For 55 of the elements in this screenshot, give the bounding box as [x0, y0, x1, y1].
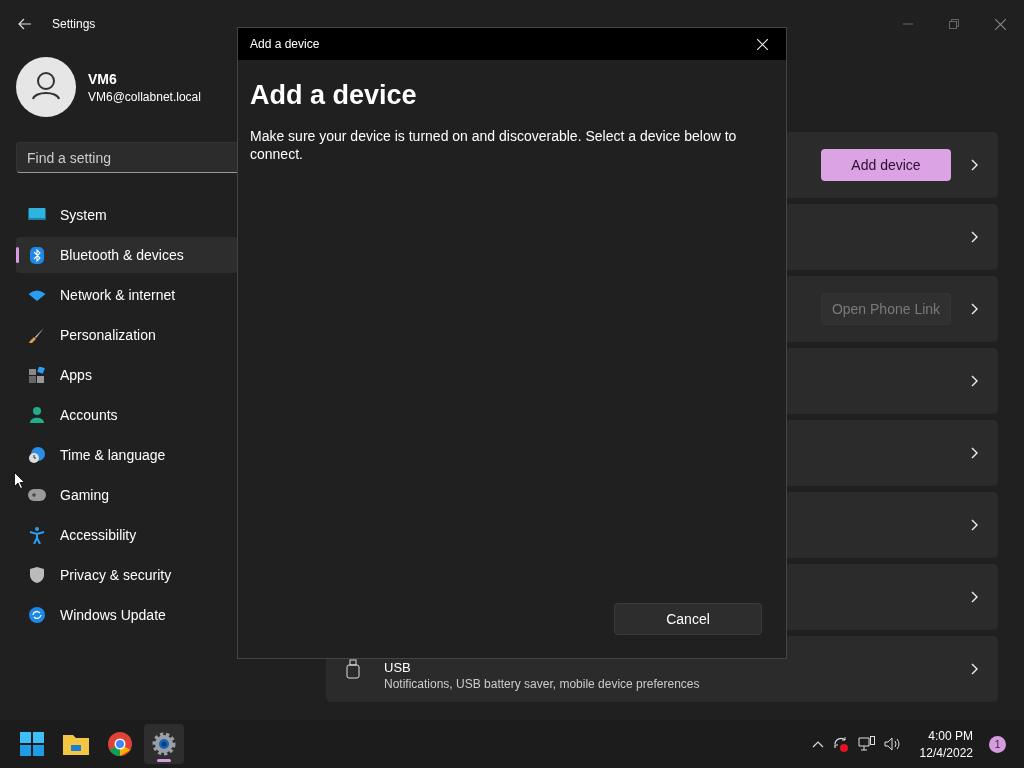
shield-icon — [28, 567, 46, 583]
chevron-right-icon — [971, 519, 978, 531]
network-icon[interactable] — [857, 736, 876, 752]
browser-icon — [108, 732, 132, 756]
monitor-icon — [28, 208, 46, 222]
window-title: Settings — [52, 17, 96, 31]
person-icon — [28, 407, 46, 423]
mouse-cursor-icon — [14, 472, 25, 489]
card-title: USB — [384, 659, 412, 675]
wifi-icon — [28, 289, 46, 301]
maximize-icon[interactable] — [949, 19, 959, 29]
avatar-icon — [16, 57, 76, 117]
apps-icon — [28, 367, 46, 383]
nav-item[interactable]: Bluetooth & devices — [16, 237, 238, 273]
gear-taskbar-button[interactable] — [144, 724, 184, 764]
chevron-right-icon — [971, 447, 978, 459]
nav-item[interactable]: Accessibility — [16, 517, 238, 553]
folder-icon — [63, 733, 89, 755]
chevron-right-icon — [971, 159, 978, 171]
dialog-message: Make sure your device is turned on and discoverable. Select a device below to connect. — [250, 127, 738, 163]
update-icon — [28, 607, 46, 623]
gear-icon — [152, 732, 176, 756]
clock[interactable]: 4:00 PM 12/4/2022 — [919, 728, 973, 760]
nav-item[interactable]: Personalization — [16, 317, 238, 353]
notification-badge[interactable]: 1 — [989, 735, 1006, 753]
nav-item[interactable]: Apps — [16, 357, 238, 393]
dialog-title: Add a device — [250, 37, 321, 51]
windows-logo-icon — [20, 732, 44, 756]
chevron-right-icon — [971, 375, 978, 387]
back-icon[interactable] — [18, 18, 32, 30]
dialog-heading: Add a device — [250, 80, 418, 111]
cancel-button[interactable]: Cancel — [614, 603, 762, 635]
chevron-right-icon — [971, 231, 978, 243]
nav-item[interactable]: Accounts — [16, 397, 238, 433]
usb-drive-icon — [346, 659, 360, 679]
card-description: Notifications, USB battery saver, mobile device preferences — [384, 676, 700, 691]
add-device-button[interactable]: Add device — [821, 149, 951, 181]
chevron-right-icon — [971, 663, 978, 675]
nav-item[interactable]: Time & language — [16, 437, 238, 473]
account-email: VM6@collabnet.local — [88, 89, 201, 104]
chevron-right-icon — [971, 591, 978, 603]
chevron-up-icon[interactable] — [811, 740, 824, 748]
account-name: VM6 — [88, 70, 118, 87]
accessibility-icon — [28, 526, 46, 544]
nav-item[interactable]: Privacy & security — [16, 557, 238, 593]
sync-icon[interactable] — [831, 735, 850, 753]
nav-item[interactable]: System — [16, 197, 238, 233]
gamepad-icon — [28, 489, 46, 501]
bluetooth-icon — [28, 246, 46, 264]
nav-item[interactable]: Windows Update — [16, 597, 238, 633]
nav-item[interactable]: Gaming — [16, 477, 238, 513]
globe-clock-icon — [28, 447, 46, 463]
volume-icon[interactable] — [883, 737, 902, 751]
nav-item[interactable]: Network & internet — [16, 277, 238, 313]
chevron-right-icon — [971, 303, 978, 315]
